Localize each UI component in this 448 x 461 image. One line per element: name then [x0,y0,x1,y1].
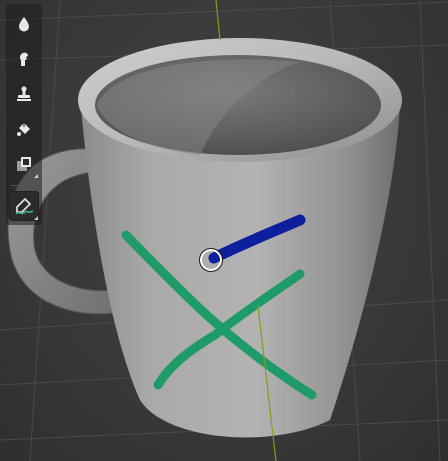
clone-tool-button[interactable] [9,79,39,109]
3d-viewport[interactable] [0,0,448,461]
tool-options-indicator [34,216,38,220]
draw-tool-button[interactable] [9,9,39,39]
scene-canvas[interactable] [0,0,448,461]
tool-separator [11,185,37,186]
fill-tool-button[interactable] [9,114,39,144]
y-axis-line-top [215,0,221,41]
paint-bucket-icon [17,123,30,136]
mask-tool-button[interactable] [9,149,39,179]
tool-shelf [6,4,42,225]
smear-tool-button[interactable] [9,44,39,74]
mask-icon [17,157,31,171]
annotate-tool-button[interactable] [9,191,39,221]
smear-icon [19,52,28,66]
drop-icon [19,17,29,32]
tool-options-indicator [34,174,38,178]
stamp-icon [17,86,31,101]
annotate-pen-icon [15,197,34,215]
